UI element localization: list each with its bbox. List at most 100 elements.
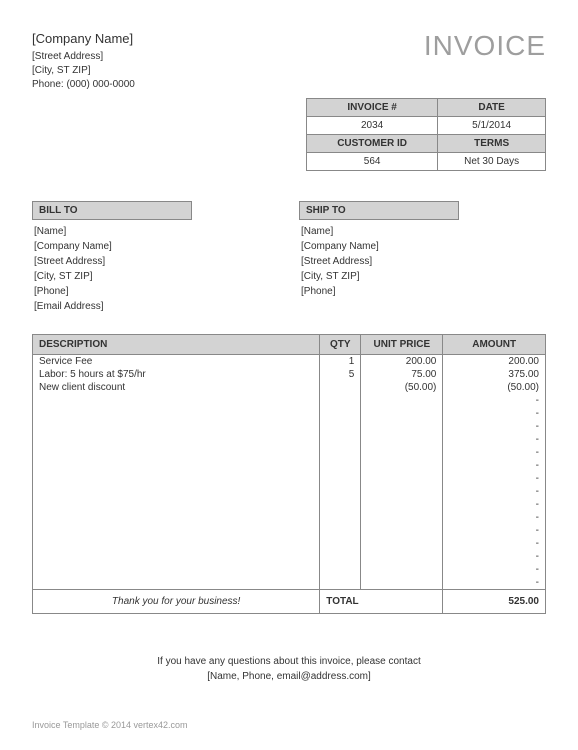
table-row: Service Fee1200.00200.00	[33, 355, 546, 369]
meta-invoice-num-label: INVOICE #	[307, 99, 438, 117]
item-unit-price	[361, 446, 443, 459]
item-qty	[320, 433, 361, 446]
item-unit-price	[361, 511, 443, 524]
item-amount: -	[443, 498, 546, 511]
bill-to-line: [Phone]	[34, 284, 279, 299]
item-qty: 5	[320, 368, 361, 381]
bill-to-line: [Email Address]	[34, 299, 279, 314]
item-unit-price	[361, 576, 443, 590]
item-unit-price	[361, 459, 443, 472]
item-amount: 375.00	[443, 368, 546, 381]
item-amount: -	[443, 446, 546, 459]
item-description: Service Fee	[33, 355, 320, 369]
item-description	[33, 524, 320, 537]
table-row: Labor: 5 hours at $75/hr575.00375.00	[33, 368, 546, 381]
bill-to-block: BILL TO [Name][Company Name][Street Addr…	[32, 201, 279, 314]
item-unit-price	[361, 472, 443, 485]
table-row: -	[33, 446, 546, 459]
item-unit-price: 200.00	[361, 355, 443, 369]
table-row: -	[33, 537, 546, 550]
item-description	[33, 459, 320, 472]
total-value: 525.00	[443, 590, 546, 614]
item-amount: -	[443, 524, 546, 537]
item-unit-price	[361, 394, 443, 407]
meta-date-label: DATE	[438, 99, 546, 117]
table-row: -	[33, 472, 546, 485]
col-qty: QTY	[320, 335, 361, 355]
item-qty	[320, 459, 361, 472]
item-description	[33, 485, 320, 498]
table-row: -	[33, 407, 546, 420]
item-description	[33, 407, 320, 420]
item-description	[33, 446, 320, 459]
ship-to-line: [Phone]	[301, 284, 546, 299]
item-unit-price	[361, 550, 443, 563]
item-amount: -	[443, 394, 546, 407]
company-block: [Company Name] [Street Address] [City, S…	[32, 30, 135, 92]
item-qty	[320, 446, 361, 459]
col-amount: AMOUNT	[443, 335, 546, 355]
item-unit-price	[361, 524, 443, 537]
item-qty	[320, 472, 361, 485]
footer-note: If you have any questions about this inv…	[32, 654, 546, 684]
item-amount: -	[443, 472, 546, 485]
item-description: Labor: 5 hours at $75/hr	[33, 368, 320, 381]
bill-to-header: BILL TO	[32, 201, 192, 220]
item-amount: -	[443, 537, 546, 550]
item-unit-price	[361, 420, 443, 433]
item-unit-price	[361, 537, 443, 550]
item-unit-price	[361, 433, 443, 446]
bill-to-line: [Name]	[34, 224, 279, 239]
copyright: Invoice Template © 2014 vertex42.com	[32, 720, 188, 730]
item-description	[33, 472, 320, 485]
item-amount: -	[443, 485, 546, 498]
table-row: -	[33, 433, 546, 446]
item-description	[33, 563, 320, 576]
footer-line2: [Name, Phone, email@address.com]	[32, 669, 546, 684]
item-qty	[320, 563, 361, 576]
bill-to-line: [Company Name]	[34, 239, 279, 254]
item-description	[33, 433, 320, 446]
col-description: DESCRIPTION	[33, 335, 320, 355]
company-phone: Phone: (000) 000-0000	[32, 78, 135, 92]
item-qty	[320, 485, 361, 498]
item-amount: -	[443, 563, 546, 576]
bill-to-line: [Street Address]	[34, 254, 279, 269]
item-description	[33, 537, 320, 550]
item-qty	[320, 498, 361, 511]
table-row: -	[33, 563, 546, 576]
item-amount: -	[443, 433, 546, 446]
meta-terms-label: TERMS	[438, 135, 546, 153]
table-row: New client discount(50.00)(50.00)	[33, 381, 546, 394]
table-row: -	[33, 498, 546, 511]
item-qty	[320, 537, 361, 550]
meta-date: 5/1/2014	[438, 117, 546, 135]
item-qty: 1	[320, 355, 361, 369]
table-row: -	[33, 511, 546, 524]
item-description	[33, 420, 320, 433]
item-unit-price	[361, 485, 443, 498]
item-amount: -	[443, 420, 546, 433]
total-label: TOTAL	[320, 590, 443, 614]
item-amount: 200.00	[443, 355, 546, 369]
item-amount: -	[443, 576, 546, 590]
item-amount: -	[443, 511, 546, 524]
thank-you-message: Thank you for your business!	[33, 590, 320, 614]
bill-to-line: [City, ST ZIP]	[34, 269, 279, 284]
company-city: [City, ST ZIP]	[32, 64, 135, 78]
table-row: -	[33, 420, 546, 433]
meta-customer-id: 564	[307, 153, 438, 171]
item-description	[33, 576, 320, 590]
item-unit-price: (50.00)	[361, 381, 443, 394]
meta-customer-id-label: CUSTOMER ID	[307, 135, 438, 153]
table-row: -	[33, 394, 546, 407]
item-unit-price	[361, 407, 443, 420]
footer-line1: If you have any questions about this inv…	[32, 654, 546, 669]
item-description: New client discount	[33, 381, 320, 394]
item-qty	[320, 524, 361, 537]
company-name: [Company Name]	[32, 30, 135, 48]
meta-invoice-num: 2034	[307, 117, 438, 135]
item-qty	[320, 381, 361, 394]
table-row: -	[33, 459, 546, 472]
meta-terms: Net 30 Days	[438, 153, 546, 171]
